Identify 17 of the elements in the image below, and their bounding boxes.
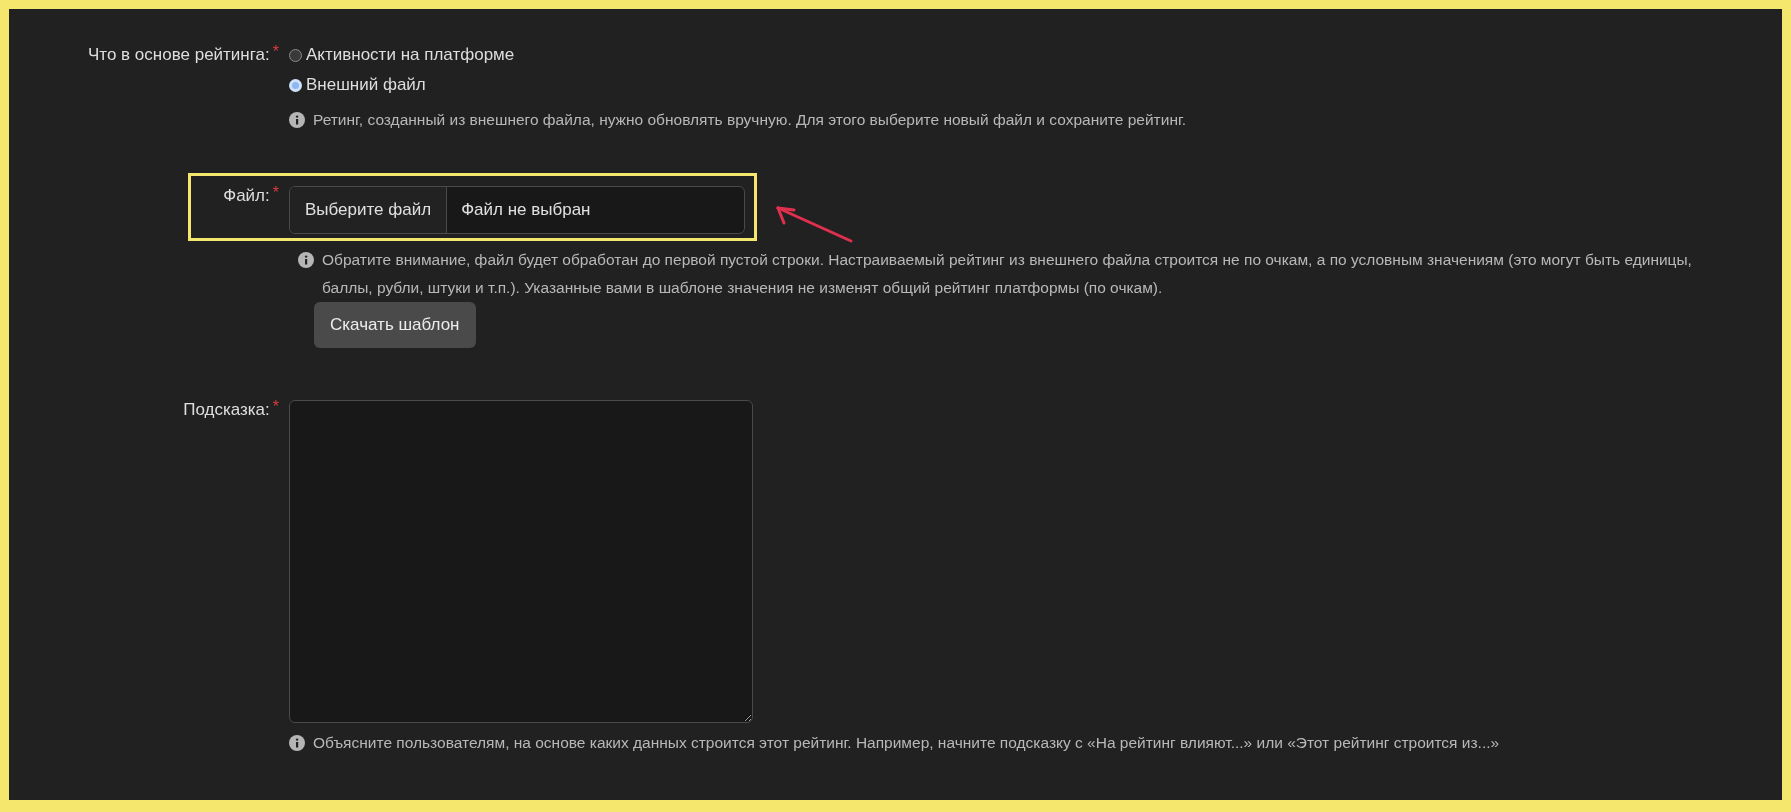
info-icon [298, 252, 314, 268]
required-mark: * [272, 400, 279, 414]
field-label: Что в основе рейтинга: [88, 45, 270, 65]
required-mark: * [272, 45, 279, 59]
hint-text: Ретинг, созданный из внешнего файла, нужно обновлять вручную. Для этого выберите новый файл и сохраните рейтинг. [313, 110, 1186, 130]
field-label: Подсказка: [183, 400, 270, 420]
radio-button[interactable] [289, 48, 302, 62]
info-icon [289, 112, 305, 128]
radio-label[interactable]: Внешний файл [306, 75, 426, 95]
file-input[interactable]: Выберите файл Файл не выбран [289, 186, 745, 234]
field-label: Файл: [223, 186, 270, 206]
info-icon [289, 735, 305, 751]
hint-text: Обратите внимание, файл будет обработан до первой пустой строки. Настраиваемый рейтинг из внешнего файла строится не по очкам, а по условным значениям (это могут быть единицы, баллы, рубли, штуки и т.п.). Указанные вами в шаблоне значения не изменят общий рейтинг платформы (по очкам). [322, 250, 1693, 298]
radio-label[interactable]: Активности на платформе [306, 45, 515, 65]
hint-text: Объясните пользователям, на основе каких данных строится этот рейтинг. Например, начните подсказку с «На рейтинг влияют...» или «Этот рейтинг строится из...» [313, 733, 1500, 753]
required-mark: * [272, 186, 279, 200]
download-template-button[interactable]: Скачать шаблон [314, 302, 476, 348]
